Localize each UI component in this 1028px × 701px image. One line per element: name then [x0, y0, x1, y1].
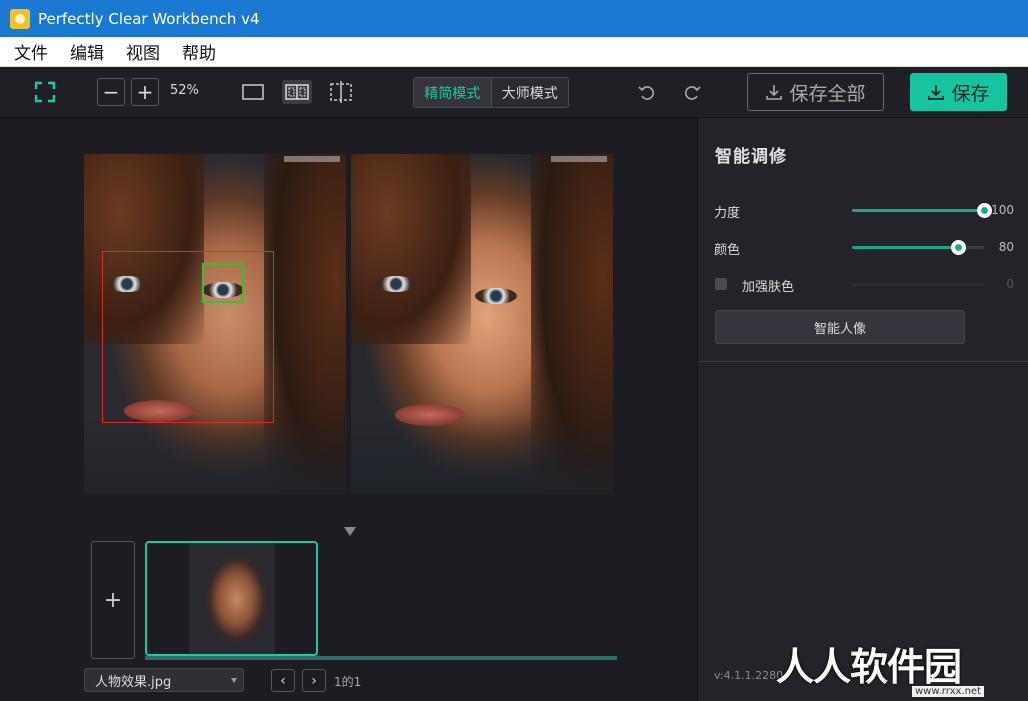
window-title: Perfectly Clear Workbench v4	[38, 9, 260, 28]
panel-divider	[698, 361, 1028, 362]
save-button[interactable]: 保存	[910, 73, 1007, 111]
strength-slider[interactable]	[852, 203, 992, 218]
color-slider[interactable]	[852, 240, 984, 255]
toolbar: − + 52% 精简模式 大师模式 保存全部 保存	[0, 67, 1028, 118]
panel-title: 智能调修	[715, 147, 787, 167]
save-all-label: 保存全部	[789, 82, 866, 105]
watermark-url: www.rrxx.net	[912, 686, 985, 697]
redo-icon[interactable]	[681, 81, 703, 103]
zoom-out-button[interactable]: −	[97, 78, 125, 106]
compare-view-icon[interactable]	[328, 80, 354, 104]
strength-slider-handle[interactable]	[977, 203, 992, 218]
zoom-level: 52%	[170, 83, 199, 98]
zoom-in-button[interactable]: +	[131, 78, 159, 106]
next-image-button[interactable]: ›	[302, 669, 326, 692]
master-mode-tab[interactable]: 大师模式	[492, 78, 569, 107]
preview-area: + 人物效果.jpg ‹ › 1的1	[0, 118, 697, 701]
menu-help[interactable]: 帮助	[178, 39, 220, 64]
title-bar: Perfectly Clear Workbench v4	[0, 0, 1028, 37]
collapse-filmstrip-icon[interactable]	[344, 527, 356, 536]
color-label: 颜色	[714, 243, 741, 258]
fit-to-window-icon[interactable]	[32, 79, 58, 105]
site-watermark: 人人软件园 www.rrxx.net	[776, 636, 1026, 698]
enhance-skin-label: 加强肤色	[742, 280, 795, 295]
add-photo-button[interactable]: +	[91, 541, 135, 659]
menu-edit[interactable]: 编辑	[66, 39, 108, 64]
skin-value: 0	[1006, 277, 1014, 291]
color-slider-handle[interactable]	[950, 240, 966, 255]
split-view-icon[interactable]	[282, 80, 312, 104]
strength-value: 100	[991, 203, 1014, 217]
save-all-button[interactable]: 保存全部	[747, 73, 884, 111]
version-label: v:4.1.1.2280	[714, 669, 784, 682]
eye-detection-box	[202, 263, 244, 303]
menu-view[interactable]: 视图	[122, 39, 164, 64]
watermark-text: 人人软件园	[776, 645, 962, 689]
original-photo[interactable]	[84, 154, 346, 494]
download-icon	[928, 85, 945, 100]
simple-mode-tab[interactable]: 精简模式	[414, 78, 492, 107]
corrected-photo[interactable]	[351, 154, 613, 494]
color-value: 80	[998, 240, 1014, 254]
app-logo-icon	[10, 8, 30, 29]
mode-switch: 精简模式 大师模式	[413, 77, 569, 108]
single-view-icon[interactable]	[240, 81, 266, 103]
undo-icon[interactable]	[636, 81, 658, 103]
skin-slider	[852, 283, 984, 286]
previous-image-button[interactable]: ‹	[271, 669, 295, 692]
filmstrip-scrollbar[interactable]	[145, 656, 617, 660]
smart-portrait-button[interactable]: 智能人像	[715, 310, 965, 344]
file-name: 人物效果.jpg	[95, 674, 172, 690]
adjustment-panel: 智能调修 力度 100 颜色 80 加强肤色 0 智能人像 v:4.1.1.22…	[697, 118, 1028, 701]
face-detection-box	[102, 251, 274, 423]
image-counter: 1的1	[334, 675, 362, 689]
strength-label: 力度	[714, 206, 741, 221]
menu-bar: 文件 编辑 视图 帮助	[0, 37, 1028, 67]
download-icon	[766, 85, 783, 100]
chevron-down-icon	[231, 678, 237, 683]
menu-file[interactable]: 文件	[10, 39, 52, 64]
enhance-skin-checkbox[interactable]	[715, 278, 727, 290]
photo-thumbnail[interactable]	[145, 541, 318, 656]
save-label: 保存	[951, 82, 990, 105]
file-select[interactable]: 人物效果.jpg	[84, 668, 244, 692]
